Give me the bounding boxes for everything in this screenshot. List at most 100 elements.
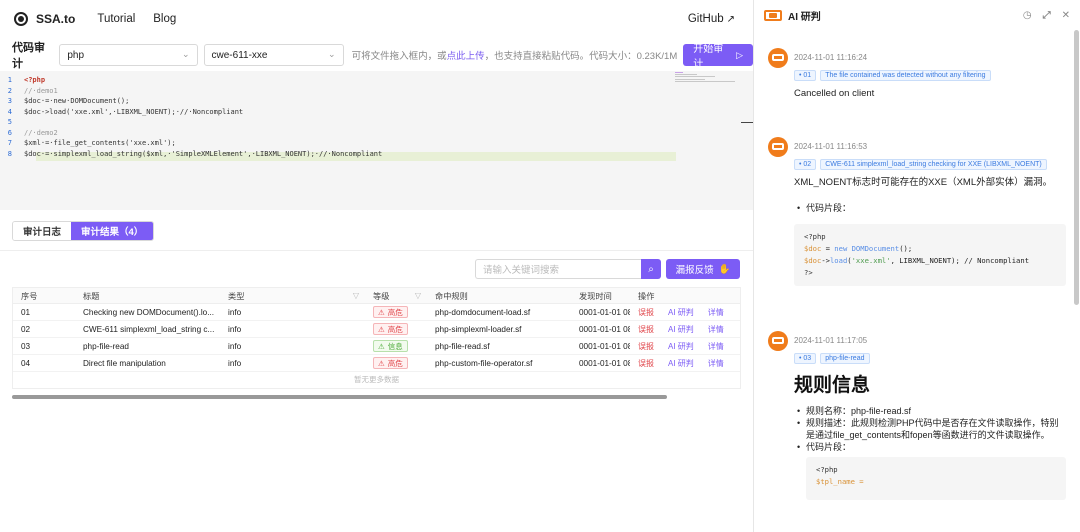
search-button[interactable]: ⌕ [641,259,661,279]
github-link[interactable]: GitHub ↗ [688,13,735,25]
line-number: 3 [7,97,12,105]
code-line: 1 <?php [0,75,45,85]
start-audit-button[interactable]: 开始审计 ▷ [683,44,753,70]
search-row: 请输入关键词搜索 ⌕ 漏报反馈 ✋ [475,259,740,279]
nav-link-blog[interactable]: Blog [153,13,176,25]
finding-number-tag: • 02 [794,159,817,170]
table-header: 序号 标题 类型 ▽ 等级 ▽ 命中规则 发现时间 操作 [13,288,740,304]
ai-message: 2024-11-01 11:17:05 • 03 php-file-read 规… [768,331,1068,526]
warning-icon: ⚠ [378,358,385,368]
results-table: 序号 标题 类型 ▽ 等级 ▽ 命中规则 发现时间 操作 01 Checking ne… [12,287,741,389]
expand-icon[interactable]: ⤢ [1043,10,1051,21]
level-text: 高危 [387,307,403,317]
ai-panel-title: AI 研判 [788,11,821,23]
cell-rule: php-simplexml-loader.sf [435,324,522,334]
details-link[interactable]: 详情 [708,307,724,318]
details-link[interactable]: 详情 [708,358,724,369]
cell-type: info [228,307,242,317]
logo-icon[interactable] [14,12,28,26]
message-tags: • 02 CWE-611 simplexml_load_string check… [794,159,1066,170]
table-row[interactable]: 03 php-file-read info ⚠ 信息 php-file-read.sf 00… [13,338,740,355]
code-line: 5 [0,117,24,127]
ai-panel: AI 研判 ◷ ⤢ ✕ 2024-11-01 11:16:24 • 01 The… [753,0,1080,532]
cell-title: Checking new DOMDocument().lo... [83,307,215,317]
finding-title-tag: CWE-611 simplexml_load_string checking f… [820,159,1047,170]
message-tags: • 03 php-file-read [794,353,1066,364]
col-header-level[interactable]: 等级 ▽ [365,288,427,303]
ai-judge-link[interactable]: AI 研判 [668,307,694,318]
horizontal-scrollbar[interactable] [12,395,667,399]
feedback-button[interactable]: 漏报反馈 ✋ [666,259,740,279]
ai-judge-link[interactable]: AI 研判 [668,358,694,369]
code-line: $doc->load('xxe.xml', LIBXML_NOENT); // … [804,256,1030,265]
false-positive-link[interactable]: 误报 [638,358,654,369]
level-text: 信息 [387,341,403,351]
false-positive-link[interactable]: 误报 [638,324,654,335]
close-icon[interactable]: ✕ [1062,10,1070,21]
ai-robot-icon [764,9,782,21]
ai-avatar [768,137,788,157]
github-label: GitHub [687,13,724,25]
ai-judge-link[interactable]: AI 研判 [668,324,694,335]
line-text: $xml·=·file_get_contents('xxe.xml'); [24,139,176,147]
finding-title-tag: php-file-read [820,353,870,364]
divider [0,250,753,251]
false-positive-link[interactable]: 误报 [638,307,654,318]
message-body: • 02 CWE-611 simplexml_load_string check… [794,159,1066,286]
code-line: 2 //·demo1 [0,86,58,96]
rule-select[interactable]: cwe-611-xxe ⌄ [203,44,344,66]
cell-actions: 误报 AI 研判 详情 [630,304,740,320]
cell-time: 0001-01-01 08:00 [579,358,630,368]
code-line: 3 $doc·=·new·DOMDocument(); [0,96,130,106]
message-time: 2024-11-01 11:16:24 [794,53,868,62]
hint-prefix: 可将文件拖入框内，或 [351,51,447,62]
level-text: 高危 [387,358,403,368]
nav-link-tutorial[interactable]: Tutorial [97,13,135,25]
line-text: $doc·=·new·DOMDocument(); [24,97,130,105]
tab-audit-log[interactable]: 审计日志 [13,222,72,240]
cell-actions: 误报 AI 研判 详情 [630,338,740,354]
search-input[interactable]: 请输入关键词搜索 [475,259,641,279]
filter-icon[interactable]: ▽ [353,291,359,300]
cell-id: 02 [21,324,31,334]
cell-rule: php-file-read.sf [435,341,490,351]
code-editor[interactable]: 1 <?php 2 //·demo1 3 $doc·=·new·DOMDocument()… [0,71,753,210]
upload-link[interactable]: 点此上传 [447,51,485,62]
hand-icon: ✋ [718,263,731,275]
line-text: //·demo2 [24,128,58,137]
cell-title: CWE-611 simplexml_load_string c... [83,324,215,334]
audit-toolbar: 代码审计 php ⌄ cwe-611-xxe ⌄ 可将文件拖入框内，或点此上传，… [0,42,753,70]
language-select[interactable]: php ⌄ [59,44,198,66]
details-link[interactable]: 详情 [708,341,724,352]
filter-icon[interactable]: ▽ [415,291,421,300]
line-text: $doc·=·simplexml_load_string($xml,·'Simp… [24,149,383,158]
cell-level: ⚠ 高危 [365,321,427,337]
message-body: • 03 php-file-read 规则信息 规则名称：php-file-re… [794,353,1066,500]
line-number: 6 [7,128,12,137]
code-line: 8 $doc·=·simplexml_load_string($xml,·'Sim… [0,149,382,159]
table-row[interactable]: 04 Direct file manipulation info ⚠ 高危 php-cus… [13,355,740,372]
main-pane: SSA.to Tutorial Blog GitHub ↗ 代码审计 php ⌄… [0,0,753,532]
cell-time: 0001-01-01 08:00 [579,341,630,351]
table-row[interactable]: 01 Checking new DOMDocument().lo... info ⚠ 高… [13,304,740,321]
audit-label: 代码审计 [12,42,45,70]
ai-judge-link[interactable]: AI 研判 [668,341,694,352]
finding-title-tag: The file contained was detected without … [820,70,991,81]
code-line: 6 //·demo2 [0,128,58,138]
details-link[interactable]: 详情 [708,324,724,335]
line-number: 7 [7,139,12,147]
cell-type: info [228,324,242,334]
chevron-down-icon: ⌄ [181,49,190,59]
line-number: 2 [7,86,12,95]
code-minimap[interactable] [675,71,740,83]
cell-actions: 误报 AI 研判 详情 [630,321,740,337]
false-positive-link[interactable]: 误报 [638,341,654,352]
tab-audit-results[interactable]: 审计结果（4） [71,222,154,240]
code-line: <?php [816,465,838,474]
panel-scrollbar[interactable] [1074,30,1079,305]
history-icon[interactable]: ◷ [1023,10,1032,21]
message-time: 2024-11-01 11:16:53 [794,142,868,151]
col-header-type[interactable]: 类型 ▽ [220,288,365,303]
brand-name[interactable]: SSA.to [36,12,75,26]
table-row[interactable]: 02 CWE-611 simplexml_load_string c... info… [13,321,740,338]
